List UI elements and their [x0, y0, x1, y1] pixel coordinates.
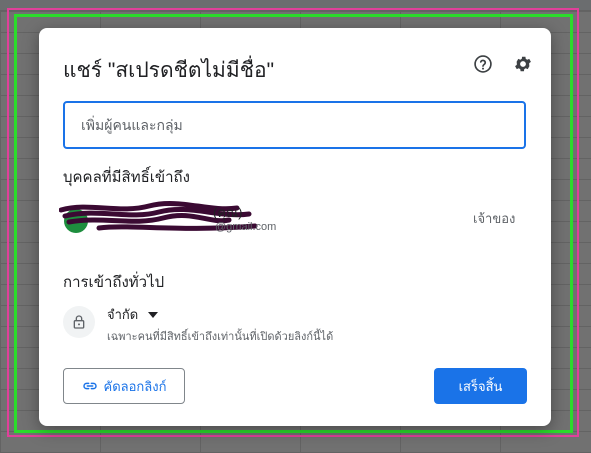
done-button[interactable]: เสร็จสิ้น: [434, 368, 527, 404]
general-access-description: เฉพาะคนที่มีสิทธิ์เข้าถึงเท่านั้นที่เปิด…: [107, 331, 334, 343]
owner-email: @gmail.com: [215, 221, 277, 233]
copy-link-button[interactable]: คัดลอกลิงก์: [63, 368, 185, 404]
caret-down-icon: [148, 311, 159, 318]
lock-badge: [63, 306, 95, 338]
owner-name: (คุณ): [213, 205, 243, 220]
general-access-title: การเข้าถึงทั่วไป: [63, 274, 165, 291]
done-label: เสร็จสิ้น: [458, 378, 503, 394]
link-icon: [82, 382, 97, 390]
people-with-access-title: บุคคลที่มีสิทธิ์เข้าถึง: [63, 169, 190, 186]
gear-icon: [515, 56, 531, 72]
copy-link-label: คัดลอกลิงก์: [103, 378, 167, 394]
help-circle-icon: [474, 55, 492, 73]
share-dialog: แชร์ "สเปรดชีตไม่มีชื่อ" บุคคลที่มีสิทธิ…: [39, 28, 551, 426]
lock-icon: [73, 315, 85, 329]
help-button[interactable]: [471, 52, 495, 76]
owner-role: เจ้าของ: [473, 211, 516, 226]
general-access-value: จำกัด: [107, 307, 139, 322]
general-access-dropdown[interactable]: จำกัด: [107, 304, 159, 325]
add-people-input[interactable]: [63, 101, 526, 149]
dialog-title: แชร์ "สเปรดชีตไม่มีชื่อ": [63, 59, 275, 82]
settings-button[interactable]: [511, 52, 535, 76]
